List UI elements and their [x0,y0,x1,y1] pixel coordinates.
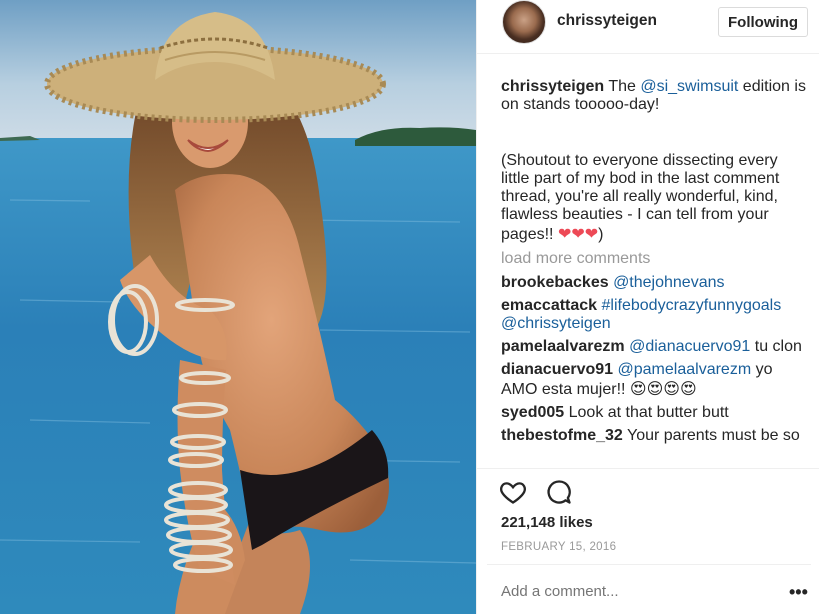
header-username[interactable]: chrissyteigen [557,12,657,30]
add-comment-divider [487,564,811,565]
comment-item: pamelaalvarezm @dianacuervo91 tu clon [501,338,806,356]
caption-mention[interactable]: @si_swimsuit [640,78,738,95]
post-sidebar: chrissyteigen Following chrissyteigen Th… [476,0,819,614]
comment-item: thebestofme_32 Your parents must be so [501,427,806,445]
comment-item: dianacuervo91 @pamelaalvarezm yo AMO est… [501,361,806,399]
comment-text: Look at that butter butt [564,404,729,421]
caption-text-1: The [604,78,641,95]
actions-divider [477,468,819,469]
add-comment-input[interactable] [501,583,771,600]
comment-item: syed005 Look at that butter butt [501,404,806,422]
comment-item: brookebackes @thejohnevans [501,274,806,292]
comment-button[interactable] [545,478,573,506]
likes-count[interactable]: 221,148 likes [501,514,593,531]
caption-shoutout: (Shoutout to everyone dissecting every l… [501,152,806,244]
following-button[interactable]: Following [718,7,808,37]
comment-text: tu clon [750,338,802,355]
comment-username[interactable]: dianacuervo91 [501,361,613,378]
comment-link[interactable]: @dianacuervo91 [629,338,750,355]
caption: chrissyteigen The @si_swimsuit edition i… [501,78,806,114]
caption-text-4: ) [598,226,604,243]
caption-username[interactable]: chrissyteigen [501,78,604,95]
hearts-emoji: ❤❤❤ [557,226,599,243]
comment-username[interactable]: emaccattack [501,297,597,314]
comment-username[interactable]: pamelaalvarezm [501,338,625,355]
post-photo[interactable] [0,0,476,614]
comment-link[interactable]: @thejohnevans [613,274,724,291]
caption-text-3: (Shoutout to everyone dissecting every l… [501,152,780,243]
comments-section: chrissyteigen The @si_swimsuit edition i… [501,78,806,470]
comment-text: Your parents must be so [622,427,800,444]
comment-username[interactable]: syed005 [501,404,564,421]
more-options-button[interactable]: ••• [789,582,808,603]
avatar[interactable] [502,0,546,44]
comment-username[interactable]: thebestofme_32 [501,427,623,444]
comment-item: emaccattack #lifebodycrazyfunnygoals @ch… [501,297,806,333]
load-more-comments-link[interactable]: load more comments [501,250,806,268]
comment-link[interactable]: @pamelaalvarezm [618,361,752,378]
photo-illustration [0,0,476,614]
like-button[interactable] [499,478,527,506]
comment-username[interactable]: brookebackes [501,274,609,291]
post-header: chrissyteigen Following [477,0,819,54]
heart-outline-icon [500,482,526,504]
post-date: FEBRUARY 15, 2016 [501,541,617,553]
speech-bubble-icon [547,480,571,504]
